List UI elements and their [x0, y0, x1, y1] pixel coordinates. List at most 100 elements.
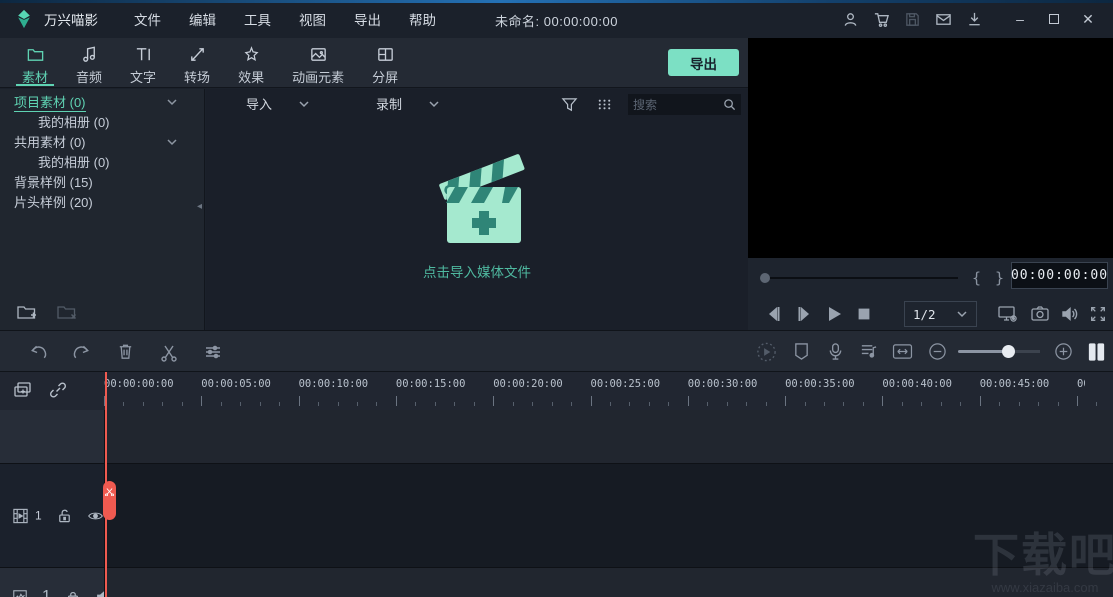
menu-item-1[interactable]: 编辑	[175, 5, 230, 33]
timeline-ruler[interactable]: 00:00:00:0000:00:05:0000:00:10:0000:00:1…	[0, 378, 1085, 392]
video-track-icon	[12, 507, 29, 524]
mute-speaker-icon[interactable]	[95, 589, 111, 597]
mark-in-icon[interactable]: {	[972, 269, 981, 287]
close-button[interactable]: ✕	[1071, 0, 1105, 38]
sidebar-item-1[interactable]: 我的相册 (0)	[0, 113, 204, 133]
filter-icon[interactable]	[561, 96, 578, 113]
search-input[interactable]	[633, 98, 723, 112]
chevron-down-icon[interactable]	[166, 96, 178, 108]
next-frame-button[interactable]	[792, 302, 816, 326]
import-media-caption[interactable]: 点击导入媒体文件	[206, 261, 748, 281]
user-account-icon[interactable]	[841, 10, 859, 28]
maximize-button[interactable]	[1037, 0, 1071, 38]
sidebar-list: 项目素材 (0)我的相册 (0)共用素材 (0)我的相册 (0)背景样例 (15…	[0, 89, 204, 213]
project-title: 未命名: 00:00:00:00	[495, 11, 618, 30]
menu-item-3[interactable]: 视图	[285, 5, 340, 33]
ruler-label-4: 00:00:20:00	[493, 378, 563, 390]
store-cart-icon[interactable]	[872, 10, 890, 28]
sidebar-collapse-arrow[interactable]: ◂	[197, 201, 202, 212]
tab-transition[interactable]: 转场	[170, 38, 224, 87]
play-button[interactable]	[822, 302, 846, 326]
ruler-ticks	[0, 394, 1108, 408]
audio-track-icon	[12, 589, 28, 597]
menu-item-2[interactable]: 工具	[230, 5, 285, 33]
feedback-mail-icon[interactable]	[934, 10, 952, 28]
tab-split-screen[interactable]: 分屏	[358, 38, 412, 87]
stop-button[interactable]	[852, 302, 876, 326]
visibility-eye-icon[interactable]	[87, 507, 104, 524]
zoom-in-icon[interactable]	[1053, 341, 1074, 362]
volume-icon[interactable]	[1058, 302, 1082, 326]
video-track-number: 1	[35, 509, 42, 523]
previous-frame-button[interactable]	[762, 302, 786, 326]
search-icon[interactable]	[723, 98, 736, 111]
menu-item-0[interactable]: 文件	[120, 5, 175, 33]
ruler-label-10: 00:00:50:00	[1077, 378, 1085, 390]
display-settings-icon[interactable]	[996, 302, 1020, 326]
minimize-button[interactable]: –	[1003, 0, 1037, 38]
title-bar: 万兴喵影 文件编辑工具视图导出帮助 未命名: 00:00:00:00	[0, 0, 1113, 38]
elements-icon	[309, 45, 328, 64]
fit-timeline-icon[interactable]	[892, 341, 913, 362]
lock-icon[interactable]	[65, 589, 81, 597]
audio-track-row[interactable]: 1	[0, 568, 1113, 597]
snapshot-camera-icon[interactable]	[1028, 302, 1052, 326]
zoom-slider-handle[interactable]	[1002, 345, 1015, 358]
track-header-spacer	[0, 410, 105, 463]
grid-view-icon[interactable]	[596, 96, 613, 113]
export-button[interactable]: 导出	[668, 49, 739, 76]
tab-elements[interactable]: 动画元素	[278, 38, 358, 87]
video-track-row[interactable]: 1	[0, 463, 1113, 568]
mark-out-icon[interactable]: }	[995, 269, 1004, 287]
marker-icon[interactable]	[791, 341, 812, 362]
split-scissors-icon[interactable]	[158, 341, 179, 362]
ruler-label-3: 00:00:15:00	[396, 378, 466, 390]
playhead-scissors-icon	[105, 487, 114, 496]
audio-mixer-icon[interactable]	[858, 341, 879, 362]
sidebar-item-2[interactable]: 共用素材 (0)	[0, 133, 204, 153]
scrubber-handle[interactable]	[760, 273, 770, 283]
tab-media[interactable]: 素材	[8, 38, 62, 87]
add-folder-icon[interactable]	[16, 302, 38, 322]
download-icon[interactable]	[965, 10, 983, 28]
media-empty-state[interactable]: 点击导入媒体文件	[206, 129, 748, 281]
sidebar-item-0[interactable]: 项目素材 (0)	[0, 93, 204, 113]
unlock-icon[interactable]	[56, 507, 73, 524]
zoom-out-icon[interactable]	[927, 341, 948, 362]
asset-tab-strip: 素材 音频 文字 转场	[0, 38, 748, 88]
chevron-down-icon[interactable]	[166, 136, 178, 148]
tab-audio[interactable]: 音频	[62, 38, 116, 87]
menu-item-5[interactable]: 帮助	[395, 5, 450, 33]
preview-quality-dropdown[interactable]: 1/2	[904, 301, 977, 327]
sidebar-item-4[interactable]: 背景样例 (15)	[0, 173, 204, 193]
tab-text[interactable]: 文字	[116, 38, 170, 87]
redo-icon[interactable]	[71, 341, 92, 362]
voiceover-mic-icon[interactable]	[825, 341, 846, 362]
undo-icon[interactable]	[28, 341, 49, 362]
delete-icon[interactable]	[115, 341, 136, 362]
menu-bar: 文件编辑工具视图导出帮助	[120, 5, 450, 33]
timecode-display: 00:00:00:00	[1011, 262, 1108, 289]
delete-folder-icon[interactable]	[56, 302, 78, 322]
ruler-label-0: 00:00:00:00	[104, 378, 174, 390]
render-preview-icon[interactable]	[756, 341, 777, 362]
adjust-sliders-icon[interactable]	[202, 341, 223, 362]
sidebar-item-3[interactable]: 我的相册 (0)	[0, 153, 204, 173]
record-dropdown[interactable]: 录制	[376, 94, 440, 113]
text-icon	[134, 45, 153, 64]
save-icon[interactable]	[903, 10, 921, 28]
audio-track-number: 1	[42, 588, 51, 597]
playhead-handle[interactable]	[103, 481, 116, 520]
fullscreen-icon[interactable]	[1086, 302, 1110, 326]
tab-effects[interactable]: 效果	[224, 38, 278, 87]
timeline-empty-row[interactable]	[0, 410, 1113, 463]
timeline-zoom-slider[interactable]	[958, 350, 1040, 353]
preview-scrubber[interactable]	[762, 277, 958, 279]
sidebar-folder-actions	[16, 302, 78, 322]
panel-layout-toggle-icon[interactable]	[1086, 341, 1107, 362]
import-dropdown[interactable]: 导入	[246, 94, 310, 113]
preview-video-area	[748, 38, 1113, 258]
menu-item-4[interactable]: 导出	[340, 5, 395, 33]
sidebar-item-5[interactable]: 片头样例 (20)	[0, 193, 204, 213]
chevron-down-icon	[298, 98, 310, 110]
